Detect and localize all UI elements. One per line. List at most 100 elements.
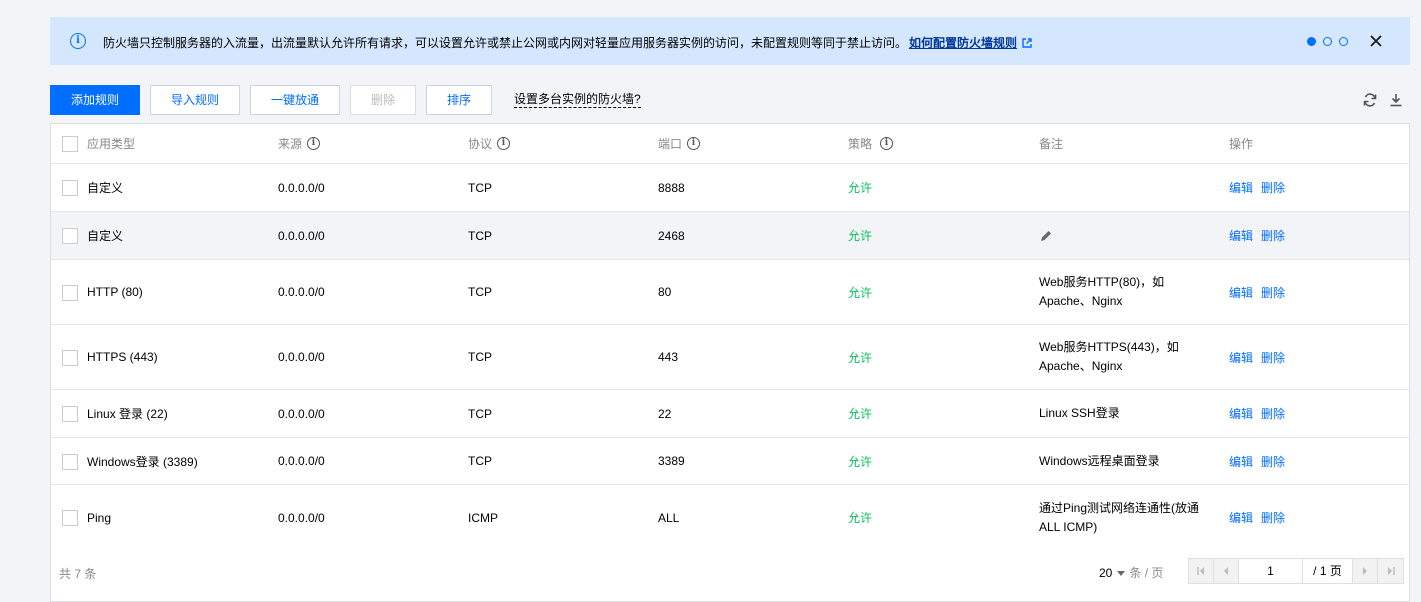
header-note: 备注 [1039, 137, 1064, 151]
cell-type: 自定义 [87, 181, 124, 195]
carousel-dot-3[interactable] [1339, 37, 1348, 46]
note-line-1: Windows远程桌面登录 [1039, 453, 1160, 468]
cell-action: 编辑 删除 [1229, 260, 1293, 324]
note-line-1: 通过Ping测试网络连通性(放通 [1039, 500, 1200, 515]
next-page-icon [1363, 567, 1367, 575]
delete-link[interactable]: 删除 [1261, 509, 1285, 526]
table-row: Ping 0.0.0.0/0 ICMP ALL 允许 通过Ping测试网络连通性(放通 AL… [51, 485, 1409, 550]
last-page-button[interactable] [1378, 559, 1403, 583]
table-header: 应用类型 来源 i 协议 i 端口 i 策略 i 备注 操作 [51, 124, 1409, 164]
cell-protocol: TCP [468, 350, 492, 364]
cell-protocol: TCP [468, 406, 492, 421]
allow-all-button[interactable]: 一键放通 [250, 85, 340, 115]
delete-link[interactable]: 删除 [1261, 179, 1285, 196]
note-line-1: Linux SSH登录 [1039, 406, 1120, 420]
external-link-icon[interactable] [1022, 38, 1032, 48]
select-all-checkbox[interactable] [62, 136, 78, 152]
note-line-1: Web服务HTTP(80)，如 [1039, 275, 1165, 289]
cell-action: 编辑 删除 [1229, 390, 1293, 437]
firewall-help-link[interactable]: 如何配置防火墙规则 [909, 36, 1017, 50]
info-icon[interactable]: i [307, 137, 321, 150]
multi-instance-help-link[interactable]: 设置多台实例的防火墙? [514, 92, 641, 108]
table-row: Windows登录 (3389) 0.0.0.0/0 TCP 3389 允许 Window… [51, 438, 1409, 485]
cell-source: 0.0.0.0/0 [278, 180, 325, 195]
table-row: 自定义 0.0.0.0/0 TCP 8888 允许 编辑 删除 [51, 164, 1409, 212]
info-icon[interactable]: i [880, 137, 894, 150]
page-size-select[interactable]: 20 条 / 页 [1099, 564, 1163, 581]
edit-link[interactable]: 编辑 [1229, 284, 1253, 301]
header-policy-label: 策略 [848, 137, 873, 151]
cell-action: 编辑 删除 [1229, 164, 1293, 211]
cell-policy: 允许 [848, 407, 873, 421]
header-action: 操作 [1229, 137, 1254, 151]
carousel-dot-2[interactable] [1323, 37, 1332, 46]
delete-link[interactable]: 删除 [1261, 405, 1285, 422]
carousel-dots [1307, 37, 1348, 46]
info-icon[interactable]: i [497, 137, 511, 150]
first-page-button[interactable] [1189, 559, 1214, 583]
edit-link[interactable]: 编辑 [1229, 405, 1253, 422]
sort-button[interactable]: 排序 [426, 85, 492, 115]
row-checkbox[interactable] [62, 349, 78, 366]
next-page-button[interactable] [1353, 559, 1378, 583]
header-port: 端口 i [658, 124, 701, 163]
cell-type: Windows登录 (3389) [87, 454, 198, 469]
delete-link[interactable]: 删除 [1261, 284, 1285, 301]
cell-policy: 允许 [848, 181, 873, 195]
header-protocol-label: 协议 [468, 137, 493, 151]
page-input[interactable]: 1 [1239, 559, 1303, 583]
edit-link[interactable]: 编辑 [1229, 179, 1253, 196]
cell-port: 22 [658, 406, 672, 421]
close-icon[interactable] [1368, 33, 1384, 49]
header-source-label: 来源 [278, 137, 303, 151]
edit-link[interactable]: 编辑 [1229, 349, 1253, 366]
refresh-icon[interactable] [1362, 92, 1378, 108]
download-icon[interactable] [1388, 92, 1404, 108]
cell-policy: 允许 [848, 350, 873, 365]
cell-action: 编辑 删除 [1229, 485, 1293, 550]
cell-type: HTTP (80) [87, 285, 143, 299]
header-port-label: 端口 [658, 137, 683, 151]
edit-pencil-icon[interactable] [1039, 229, 1053, 243]
delete-link[interactable]: 删除 [1261, 349, 1285, 366]
edit-link[interactable]: 编辑 [1229, 227, 1253, 244]
header-type: 应用类型 [87, 137, 136, 151]
cell-protocol: TCP [468, 285, 492, 299]
cell-note: Web服务HTTP(80)，如 Apache、Nginx [1039, 260, 1164, 324]
note-line-2: Apache、Nginx [1039, 294, 1123, 308]
row-checkbox[interactable] [62, 228, 78, 244]
row-checkbox[interactable] [62, 284, 78, 301]
info-icon[interactable]: i [687, 137, 701, 150]
cell-note: Windows远程桌面登录 [1039, 438, 1160, 484]
cell-source: 0.0.0.0/0 [278, 285, 325, 299]
prev-page-button[interactable] [1214, 559, 1239, 583]
delete-link[interactable]: 删除 [1261, 453, 1285, 470]
edit-link[interactable]: 编辑 [1229, 509, 1253, 526]
cell-note: Linux SSH登录 [1039, 390, 1120, 437]
firewall-rules-table: 应用类型 来源 i 协议 i 端口 i 策略 i 备注 操作 自定义 0.0.0.0/0 T… [50, 123, 1410, 550]
note-line-2: ALL ICMP) [1039, 519, 1098, 534]
header-source: 来源 i [278, 124, 321, 163]
table-row: 自定义 0.0.0.0/0 TCP 2468 允许 编辑 删除 [51, 212, 1409, 260]
carousel-dot-1[interactable] [1307, 37, 1316, 46]
table-row: HTTP (80) 0.0.0.0/0 TCP 80 允许 Web服务HTTP(80)，如… [51, 260, 1409, 325]
cell-source: 0.0.0.0/0 [278, 350, 325, 364]
cell-protocol: TCP [468, 454, 492, 468]
row-checkbox[interactable] [62, 509, 78, 526]
add-rule-button[interactable]: 添加规则 [50, 85, 140, 115]
info-icon: i [70, 33, 86, 49]
total-count: 共 7 条 [59, 567, 97, 581]
import-rules-button[interactable]: 导入规则 [150, 85, 240, 115]
delete-link[interactable]: 删除 [1261, 227, 1285, 244]
row-checkbox[interactable] [62, 453, 78, 470]
cell-action: 编辑 删除 [1229, 325, 1293, 389]
row-checkbox[interactable] [62, 406, 78, 422]
page-total: / 1 页 [1303, 559, 1353, 583]
note-line-2: Apache、Nginx [1039, 359, 1123, 373]
cell-policy: 允许 [848, 511, 873, 525]
row-checkbox[interactable] [62, 180, 78, 196]
edit-link[interactable]: 编辑 [1229, 453, 1253, 470]
delete-button[interactable]: 删除 [350, 85, 416, 115]
cell-port: 8888 [658, 180, 685, 195]
notice-message: 防火墙只控制服务器的入流量，出流量默认允许所有请求，可以设置允许或禁止公网或内网… [103, 36, 908, 50]
